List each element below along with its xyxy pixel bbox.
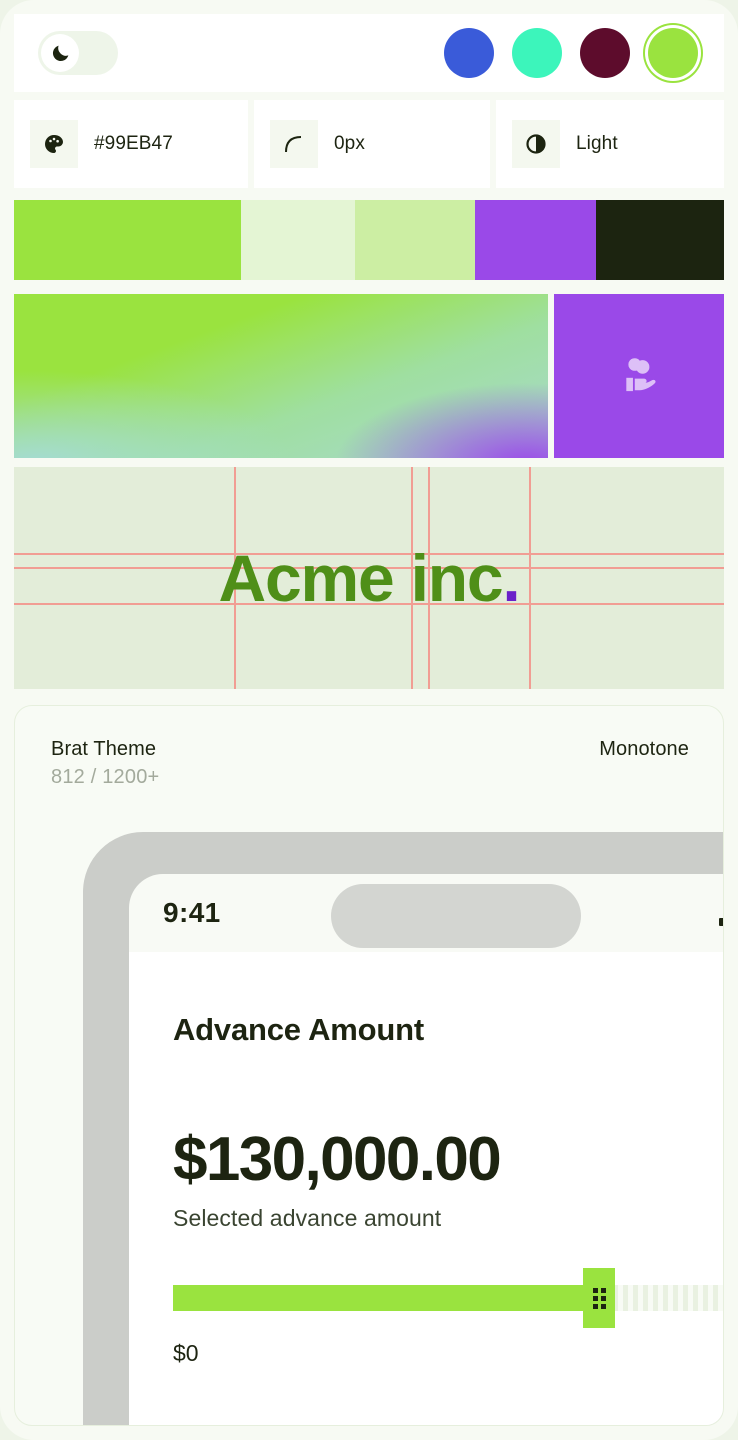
palette-icon [30, 120, 78, 168]
toggle-knob [41, 34, 79, 72]
slider-fill [173, 1285, 584, 1311]
corner-radius-icon [270, 120, 318, 168]
moon-icon [52, 45, 68, 61]
hex-color-card[interactable]: #99EB47 [14, 100, 248, 188]
topbar [14, 14, 724, 92]
slider-min-label: $0 [173, 1340, 199, 1366]
logo-grid-block: Acme inc. [14, 467, 724, 689]
brand-wordmark-text: Acme inc [218, 541, 504, 615]
slider-grip-icon [592, 1287, 606, 1309]
palette-swatch-ink-dark[interactable] [596, 200, 724, 280]
brand-wordmark-dot: . [502, 541, 520, 615]
theme-badge: Monotone [599, 738, 689, 760]
contrast-icon [512, 120, 560, 168]
palette-swatch-surface-light[interactable] [354, 200, 476, 280]
corner-radius-value: 0px [334, 133, 365, 154]
theme-preview-card: Brat Theme 812 / 1200+ Monotone 9:41 Adv… [14, 705, 724, 1426]
advance-amount-heading: Advance Amount [173, 1012, 424, 1047]
info-card-row: #99EB47 0px Light [14, 100, 724, 188]
corner-radius-card[interactable]: 0px [254, 100, 490, 188]
brand-wordmark: Acme inc. [14, 545, 724, 611]
theme-count: 812 / 1200+ [51, 766, 160, 788]
preview-header: Brat Theme 812 / 1200+ Monotone [51, 738, 689, 789]
preview-header-left: Brat Theme 812 / 1200+ [51, 738, 159, 789]
palette-swatch-surface-lightest[interactable] [241, 200, 355, 280]
contrast-card[interactable]: Light [496, 100, 724, 188]
advance-amount-slider[interactable] [173, 1268, 723, 1328]
theme-preview-app: #99EB47 0px Light Acme inc. Brat Theme 8… [0, 0, 738, 1440]
icon-tile [554, 294, 724, 458]
palette-strip [14, 200, 724, 280]
palette-swatch-primary[interactable] [14, 200, 242, 280]
mesh-gradient-banner [14, 294, 548, 458]
swatch-maroon[interactable] [580, 28, 630, 78]
hand-holding-coins-icon [626, 358, 656, 392]
status-bar: 9:41 [129, 874, 723, 952]
status-time: 9:41 [163, 897, 221, 928]
swatch-mint[interactable] [512, 28, 562, 78]
signal-bars-icon [718, 900, 723, 926]
color-swatch-row [444, 28, 698, 78]
advance-amount-caption: Selected advance amount [173, 1205, 442, 1231]
phone-mockup: 9:41 Advance Amount $130,000.00 Selected… [83, 832, 723, 1425]
palette-swatch-accent-purple[interactable] [475, 200, 597, 280]
screen-content: Advance Amount $130,000.00 Selected adva… [129, 952, 723, 1425]
hex-color-value: #99EB47 [94, 133, 173, 154]
swatch-lime-selected[interactable] [648, 28, 698, 78]
swatch-blue[interactable] [444, 28, 494, 78]
gradient-row [14, 294, 724, 458]
advance-amount-value: $130,000.00 [173, 1125, 502, 1194]
slider-handle[interactable] [583, 1268, 616, 1328]
contrast-value: Light [576, 133, 618, 154]
dynamic-island [331, 884, 581, 948]
theme-name: Brat Theme [51, 738, 157, 760]
dark-mode-toggle[interactable] [38, 31, 118, 75]
phone-screen: 9:41 Advance Amount $130,000.00 Selected… [129, 874, 723, 1425]
